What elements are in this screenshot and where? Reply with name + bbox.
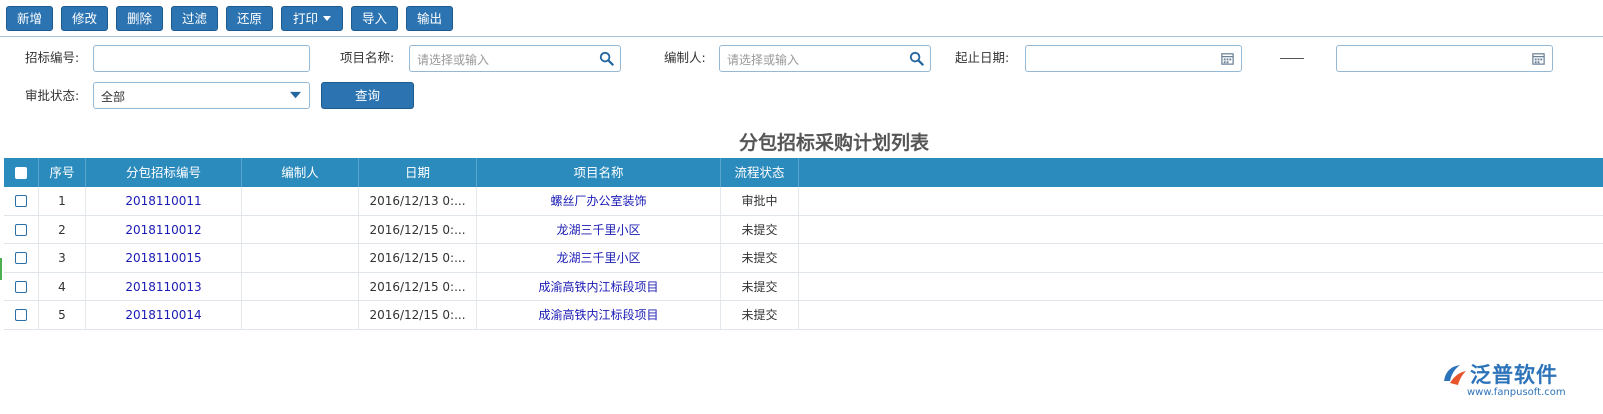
cell-status: 审批中	[721, 187, 799, 215]
table-row[interactable]: 4 2018110013 2016/12/15 0:... 成渝高铁内江标段项目…	[4, 272, 1603, 301]
row-select-cell	[4, 301, 39, 329]
cell-code-link[interactable]: 2018110011	[86, 187, 242, 215]
delete-button[interactable]: 删除	[116, 6, 163, 31]
cell-project-link[interactable]: 龙湖三千里小区	[477, 215, 721, 244]
col-header-project[interactable]: 项目名称	[477, 158, 721, 187]
restore-button[interactable]: 还原	[226, 6, 273, 31]
col-header-code[interactable]: 分包招标编号	[86, 158, 242, 187]
cell-no: 2	[39, 215, 86, 244]
project-name-label: 项目名称:	[340, 50, 395, 65]
search-icon[interactable]	[599, 51, 614, 66]
cell-code-link[interactable]: 2018110015	[86, 244, 242, 272]
row-select-cell	[4, 272, 39, 301]
logo-url-text: www.fanpusoft.com	[1467, 387, 1566, 398]
fanpu-logo: 泛普软件 www.fanpusoft.com	[1440, 359, 1600, 403]
approval-status-label: 审批状态:	[25, 88, 80, 103]
col-header-no[interactable]: 序号	[39, 158, 86, 187]
left-edge-marker	[0, 258, 2, 280]
cell-code-link[interactable]: 2018110012	[86, 215, 242, 244]
chevron-down-icon	[290, 91, 301, 99]
cell-date: 2016/12/13 0:...	[359, 187, 477, 215]
row-select-cell	[4, 215, 39, 244]
cell-date: 2016/12/15 0:...	[359, 244, 477, 272]
cell-no: 5	[39, 301, 86, 329]
date-separator	[1280, 58, 1304, 59]
caret-down-icon	[323, 16, 331, 21]
cell-status: 未提交	[721, 301, 799, 329]
date-range-label: 起止日期:	[955, 50, 1010, 65]
print-dropdown-button[interactable]: 打印	[281, 6, 343, 31]
cell-editor	[242, 301, 359, 329]
editor-input[interactable]: 请选择或输入	[719, 45, 931, 72]
cell-editor	[242, 244, 359, 272]
table-title: 分包招标采购计划列表	[738, 132, 929, 154]
row-select-cell	[4, 187, 39, 215]
export-button[interactable]: 输出	[406, 6, 453, 31]
cell-no: 1	[39, 187, 86, 215]
cell-project-link[interactable]: 成渝高铁内江标段项目	[477, 272, 721, 301]
cell-status: 未提交	[721, 244, 799, 272]
table-row[interactable]: 2 2018110012 2016/12/15 0:... 龙湖三千里小区 未提…	[4, 215, 1603, 244]
data-table: 序号 分包招标编号 编制人 日期 项目名称 流程状态 1 2018110011 …	[4, 158, 1603, 330]
project-name-input[interactable]: 请选择或输入	[409, 45, 621, 72]
table-row[interactable]: 3 2018110015 2016/12/15 0:... 龙湖三千里小区 未提…	[4, 244, 1603, 273]
cell-project-link[interactable]: 龙湖三千里小区	[477, 244, 721, 272]
approval-status-value: 全部	[101, 90, 126, 104]
search-icon[interactable]	[909, 51, 924, 66]
cell-editor	[242, 215, 359, 244]
col-header-status[interactable]: 流程状态	[721, 158, 799, 187]
col-header-editor[interactable]: 编制人	[242, 158, 359, 187]
page: 新增 修改 删除 过滤 还原 打印 导入 输出 招标编号: 项目名称: 请选择或…	[0, 0, 1603, 414]
cell-status: 未提交	[721, 215, 799, 244]
cell-no: 4	[39, 272, 86, 301]
cell-code-link[interactable]: 2018110013	[86, 272, 242, 301]
table-header: 序号 分包招标编号 编制人 日期 项目名称 流程状态	[4, 158, 1603, 187]
calendar-icon[interactable]	[1531, 51, 1546, 66]
bid-no-label: 招标编号:	[25, 50, 80, 65]
col-header-date[interactable]: 日期	[359, 158, 477, 187]
table-row[interactable]: 5 2018110014 2016/12/15 0:... 成渝高铁内江标段项目…	[4, 301, 1603, 330]
row-checkbox[interactable]	[15, 252, 27, 264]
query-button[interactable]: 查询	[321, 82, 414, 109]
table-row[interactable]: 1 2018110011 2016/12/13 0:... 螺丝厂办公室装饰 审…	[4, 187, 1603, 216]
row-checkbox[interactable]	[15, 309, 27, 321]
start-date-input[interactable]	[1025, 45, 1242, 72]
cell-date: 2016/12/15 0:...	[359, 272, 477, 301]
filter-button[interactable]: 过滤	[171, 6, 218, 31]
add-button[interactable]: 新增	[6, 6, 53, 31]
select-all-checkbox[interactable]	[15, 167, 27, 179]
fanpu-logo-icon	[1444, 365, 1466, 385]
print-label: 打印	[292, 11, 318, 26]
cell-date: 2016/12/15 0:...	[359, 301, 477, 329]
cell-no: 3	[39, 244, 86, 272]
cell-editor	[242, 187, 359, 215]
cell-date: 2016/12/15 0:...	[359, 215, 477, 244]
editor-label: 编制人:	[664, 50, 706, 65]
bid-no-input[interactable]	[93, 45, 310, 72]
edit-button[interactable]: 修改	[61, 6, 108, 31]
calendar-icon[interactable]	[1220, 51, 1235, 66]
row-checkbox[interactable]	[15, 223, 27, 236]
cell-project-link[interactable]: 螺丝厂办公室装饰	[477, 187, 721, 215]
end-date-input[interactable]	[1336, 45, 1553, 72]
editor-placeholder: 请选择或输入	[727, 53, 800, 67]
import-button[interactable]: 导入	[351, 6, 398, 31]
approval-status-select[interactable]: 全部	[93, 82, 310, 109]
row-checkbox[interactable]	[15, 280, 27, 293]
cell-editor	[242, 272, 359, 301]
project-name-placeholder: 请选择或输入	[417, 53, 490, 67]
cell-project-link[interactable]: 成渝高铁内江标段项目	[477, 301, 721, 329]
cell-status: 未提交	[721, 272, 799, 301]
logo-brand-text: 泛普软件	[1470, 363, 1558, 387]
cell-code-link[interactable]: 2018110014	[86, 301, 242, 329]
select-all-cell	[4, 158, 39, 187]
toolbar: 新增 修改 删除 过滤 还原 打印 导入 输出	[0, 0, 1603, 37]
row-checkbox[interactable]	[15, 195, 27, 207]
row-select-cell	[4, 244, 39, 272]
